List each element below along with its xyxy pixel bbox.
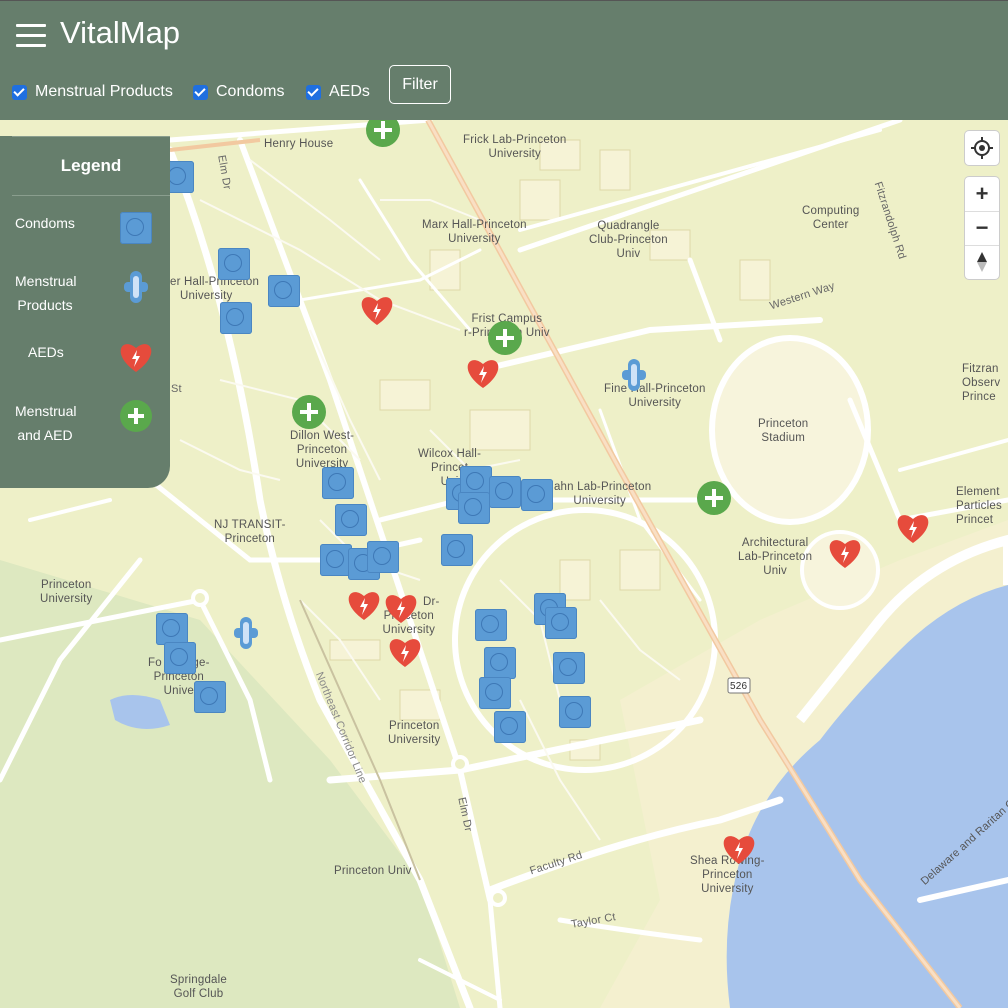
condom-marker-icon[interactable] <box>194 681 226 713</box>
filter-menstrual-products-checkbox[interactable]: Menstrual Products <box>12 81 173 103</box>
filter-aeds-checkbox[interactable]: AEDs <box>306 81 370 103</box>
map-label-henry-house: Henry House <box>264 138 334 150</box>
hamburger-menu-icon[interactable] <box>16 21 46 49</box>
aed-heart-marker-icon[interactable] <box>383 592 419 624</box>
green-cross-marker-icon[interactable] <box>488 321 522 355</box>
green-cross-marker-icon[interactable] <box>292 395 326 429</box>
condom-marker-icon[interactable] <box>441 534 473 566</box>
condom-marker-icon[interactable] <box>458 492 490 524</box>
map-label-princeton-stadium: Princeton Stadium <box>758 418 809 444</box>
menstrual-pad-marker-icon[interactable] <box>621 357 647 393</box>
menstrual-pad-marker-icon[interactable] <box>233 615 259 651</box>
map-label-princeton-university-left: Princeton University <box>40 579 93 605</box>
filter-label: Condoms <box>216 83 285 100</box>
condom-marker-icon[interactable] <box>322 467 354 499</box>
zoom-control: + − <box>965 177 999 279</box>
legend-label-menstrual-and-aed: Menstrual and AED <box>15 403 77 443</box>
condom-marker-icon[interactable] <box>367 541 399 573</box>
checkbox-checked-icon[interactable] <box>306 84 321 100</box>
compass-button[interactable] <box>965 245 999 279</box>
aed-heart-marker-icon[interactable] <box>721 833 757 865</box>
filter-label: AEDs <box>329 83 370 100</box>
condom-marker-icon[interactable] <box>156 613 188 645</box>
app-header: VitalMap Menstrual Products Condoms AEDs… <box>0 0 1008 120</box>
filter-condoms-checkbox[interactable]: Condoms <box>193 81 284 103</box>
legend-label-aeds: AEDs <box>28 344 64 360</box>
compass-north-icon <box>977 252 987 272</box>
condom-marker-icon[interactable] <box>218 248 250 280</box>
aed-heart-marker-icon[interactable] <box>359 294 395 326</box>
aed-heart-marker-icon[interactable] <box>827 537 863 569</box>
aed-heart-marker-icon[interactable] <box>346 589 382 621</box>
checkbox-checked-icon[interactable] <box>12 84 27 100</box>
map-label-computing-center: Computing Center <box>802 205 860 231</box>
condom-marker-icon[interactable] <box>335 504 367 536</box>
filter-label: Menstrual Products <box>35 83 173 100</box>
condom-marker-icon[interactable] <box>475 609 507 641</box>
map-label-dillon-west: Dillon West- Princeton University <box>290 430 355 470</box>
map-label-princeton-univ-bottom: Princeton Univ <box>334 865 412 877</box>
map-label-fine-hall: Fine Hall-Princeton University <box>604 383 706 409</box>
legend-title: Legend <box>12 136 170 196</box>
map-label-springdale-golf-club: Springdale Golf Club <box>170 974 227 1000</box>
condom-marker-icon[interactable] <box>479 677 511 709</box>
aed-heart-marker-icon[interactable] <box>387 636 423 668</box>
condom-marker-icon[interactable] <box>489 476 521 508</box>
map-label-jahn-lab: Jahn Lab-Princeton University <box>548 481 652 507</box>
map-label-quadrangle-club: Quadrangle Club-Princeton Univ <box>589 220 668 260</box>
map-label-princeton-university-mid: Princeton University <box>388 720 441 746</box>
condom-marker-icon[interactable] <box>164 642 196 674</box>
condom-marker-icon <box>120 212 152 244</box>
legend-label-menstrual-products: Menstrual Products <box>15 273 77 313</box>
condom-marker-icon[interactable] <box>521 479 553 511</box>
zoom-out-button[interactable]: − <box>965 211 999 245</box>
condom-marker-icon[interactable] <box>494 711 526 743</box>
condom-marker-icon[interactable] <box>220 302 252 334</box>
map-label-route-526: 526 <box>730 681 748 692</box>
map-label-frick-lab: Frick Lab-Princeton University <box>463 134 567 160</box>
filter-button[interactable]: Filter <box>389 65 451 104</box>
map-label-nj-transit: NJ TRANSIT- Princeton <box>214 519 286 545</box>
aed-heart-marker-icon <box>120 344 152 372</box>
condom-marker-icon[interactable] <box>268 275 300 307</box>
checkbox-checked-icon[interactable] <box>193 84 208 100</box>
locate-crosshair-icon <box>971 137 993 159</box>
condom-marker-icon[interactable] <box>545 607 577 639</box>
condom-marker-icon[interactable] <box>484 647 516 679</box>
zoom-in-button[interactable]: + <box>965 177 999 211</box>
map-label-fitzrandolph-observatory: Fitzran Observ Prince <box>962 363 1001 403</box>
aed-heart-marker-icon[interactable] <box>465 357 501 389</box>
app-title: VitalMap <box>60 15 181 50</box>
map-label-st: St <box>171 383 182 395</box>
condom-marker-icon[interactable] <box>553 652 585 684</box>
locate-me-button[interactable] <box>965 131 999 165</box>
condom-marker-icon[interactable] <box>559 696 591 728</box>
map-label-architectural-lab: Architectural Lab-Princeton Univ <box>738 537 813 577</box>
aed-heart-marker-icon[interactable] <box>895 512 931 544</box>
legend-panel: Legend Condoms Menstrual Products AEDs Me… <box>0 136 170 488</box>
menstrual-pad-marker-icon <box>124 271 148 303</box>
map-label-elementary-particles: Element Particles Princet <box>956 486 1002 526</box>
green-cross-marker-icon <box>120 400 152 432</box>
map-label-marx-hall: Marx Hall-Princeton University <box>422 219 527 245</box>
legend-label-condoms: Condoms <box>15 215 75 231</box>
green-cross-marker-icon[interactable] <box>697 481 731 515</box>
